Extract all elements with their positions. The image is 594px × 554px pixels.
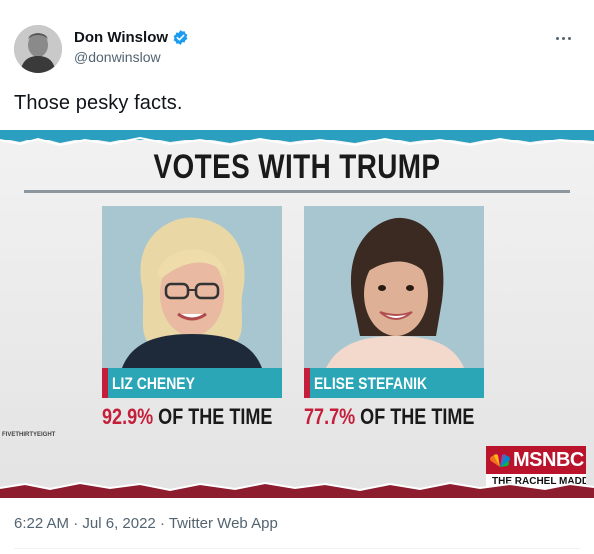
display-name[interactable]: Don Winslow [74, 29, 168, 46]
tweet-date-link[interactable]: Jul 6, 2022 [82, 515, 155, 532]
tweet-meta: 6:22 AM · Jul 6, 2022 · Twitter Web App [14, 515, 278, 532]
vote-suffix: OF THE TIME [355, 404, 475, 429]
name-bar: LIZ CHENEY [102, 368, 282, 398]
source-credit: FIVETHIRTYEIGHT [2, 432, 56, 438]
tweet-text: Those pesky facts. [14, 92, 183, 114]
name-bar: ELISE STEFANIK [304, 368, 484, 398]
politician-name: ELISE STEFANIK [314, 374, 428, 393]
meta-separator: · [69, 515, 83, 532]
torn-paper-top [0, 130, 594, 147]
more-dot-icon [567, 36, 571, 40]
headline: VOTES WITH TRUMP [153, 148, 441, 186]
politician-name: LIZ CHENEY [112, 374, 195, 393]
torn-paper-bottom [0, 481, 594, 498]
vote-suffix: OF THE TIME [153, 404, 273, 429]
avatar[interactable] [14, 25, 62, 73]
author-info: Don Winslow @donwinslow [74, 29, 189, 65]
vote-stat: 92.9% OF THE TIME [102, 404, 272, 430]
network-name: MSNBC [513, 448, 584, 471]
vote-percent: 77.7% [304, 404, 356, 429]
tweet-header: Don Winslow @donwinslow [14, 25, 580, 75]
headline-rule [24, 190, 570, 193]
vote-stat: 77.7% OF THE TIME [304, 404, 474, 430]
divider [14, 548, 580, 549]
tweet-source-link[interactable]: Twitter Web App [169, 515, 278, 532]
verified-badge-icon [172, 29, 189, 46]
more-dot-icon [561, 36, 565, 40]
portrait-image [102, 206, 282, 368]
card-liz-cheney: LIZ CHENEY 92.9% OF THE TIME [102, 206, 282, 430]
tweet-media-image[interactable]: VOTES WITH TRUMP LIZ CHENEY 92.9% OF THE… [0, 130, 594, 498]
vote-percent: 92.9% [102, 404, 154, 429]
peacock-icon [490, 453, 510, 467]
portrait-image [304, 206, 484, 368]
meta-separator: · [155, 515, 169, 532]
more-dot-icon [555, 36, 559, 40]
handle[interactable]: @donwinslow [74, 49, 189, 65]
more-options-button[interactable] [552, 27, 574, 49]
card-elise-stefanik: ELISE STEFANIK 77.7% OF THE TIME [304, 206, 484, 430]
tweet-time-link[interactable]: 6:22 AM [14, 515, 69, 532]
